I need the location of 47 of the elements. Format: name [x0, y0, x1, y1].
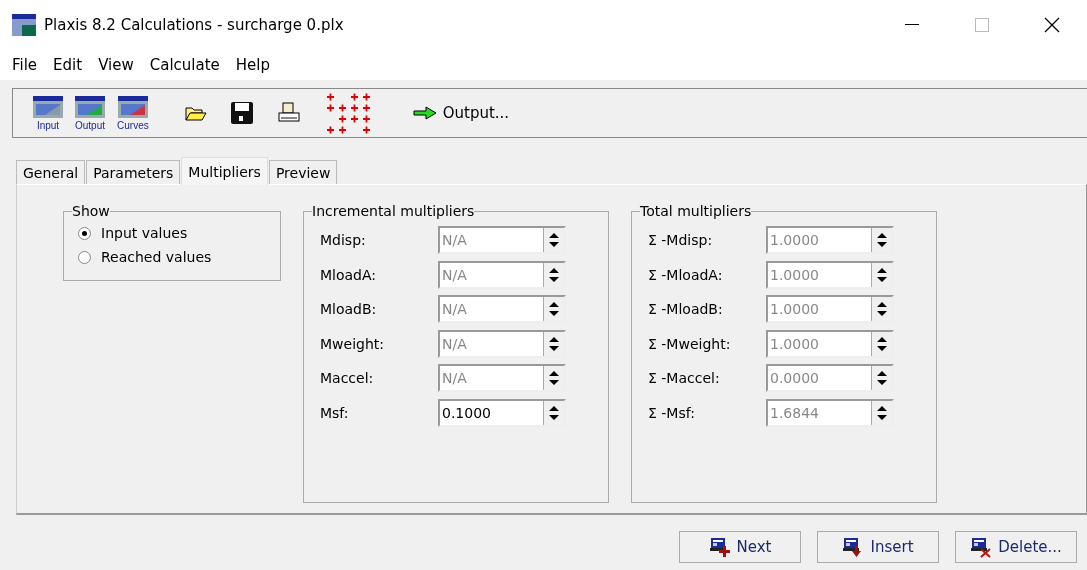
field-label: Maccel: [319, 370, 375, 387]
command-button[interactable]: Delete... [955, 531, 1077, 563]
field-label: Σ -Mweight: [647, 335, 732, 352]
field-label: MloadA: [319, 266, 378, 283]
maximize-icon [975, 18, 989, 32]
arrow-icon [412, 106, 437, 120]
app-icon [12, 14, 36, 36]
field-label: Σ -Mdisp: [647, 232, 714, 249]
tab[interactable]: Parameters [86, 160, 181, 184]
menu-item[interactable]: Help [227, 56, 279, 74]
radio-label: Input values [101, 225, 188, 241]
menu-item[interactable]: View [90, 56, 142, 74]
field-label: Msf: [319, 404, 350, 421]
table-row-icon [708, 536, 731, 558]
group-title: Incremental multipliers [312, 203, 475, 219]
command-button[interactable]: Next [679, 531, 801, 563]
field-label: Σ -Msf: [647, 404, 696, 421]
command-button[interactable]: Insert [817, 531, 939, 563]
radio-option[interactable]: Input values [74, 223, 188, 247]
menu-item[interactable]: Edit [45, 56, 91, 74]
menu-item[interactable]: Calculate [141, 56, 228, 74]
close-icon [1044, 17, 1060, 33]
tab[interactable]: Multipliers [181, 157, 268, 185]
radio-label: Reached values [101, 249, 212, 265]
field-label: Σ -MloadB: [647, 301, 724, 318]
window-title: Plaxis 8.2 Calculations - surcharge 0.plx [44, 16, 345, 34]
program-icon [75, 95, 105, 118]
table-row-icon [970, 536, 993, 558]
group-title: Show [72, 203, 110, 219]
radio-option[interactable]: Reached values [74, 247, 212, 271]
field-label: MloadB: [319, 301, 378, 318]
field-label: Mdisp: [319, 232, 367, 249]
menu-item[interactable]: File [4, 56, 46, 74]
spin-field[interactable]: 0.1000 [438, 398, 566, 427]
program-icon [33, 95, 63, 118]
group-title: Total multipliers [640, 203, 752, 219]
tab[interactable]: General [16, 160, 86, 184]
program-icon [117, 95, 148, 118]
tab[interactable]: Preview [268, 160, 338, 184]
minimize-icon [905, 24, 919, 26]
launcher-button[interactable]: Output [69, 95, 112, 131]
field-label: Mweight: [319, 335, 385, 352]
field-label: Σ -Maccel: [647, 370, 721, 387]
launcher-button[interactable]: Input [27, 95, 69, 131]
output-button[interactable]: Output... [406, 103, 516, 123]
launcher-button[interactable]: Curves [111, 95, 155, 131]
field-label: Σ -MloadA: [647, 266, 724, 283]
